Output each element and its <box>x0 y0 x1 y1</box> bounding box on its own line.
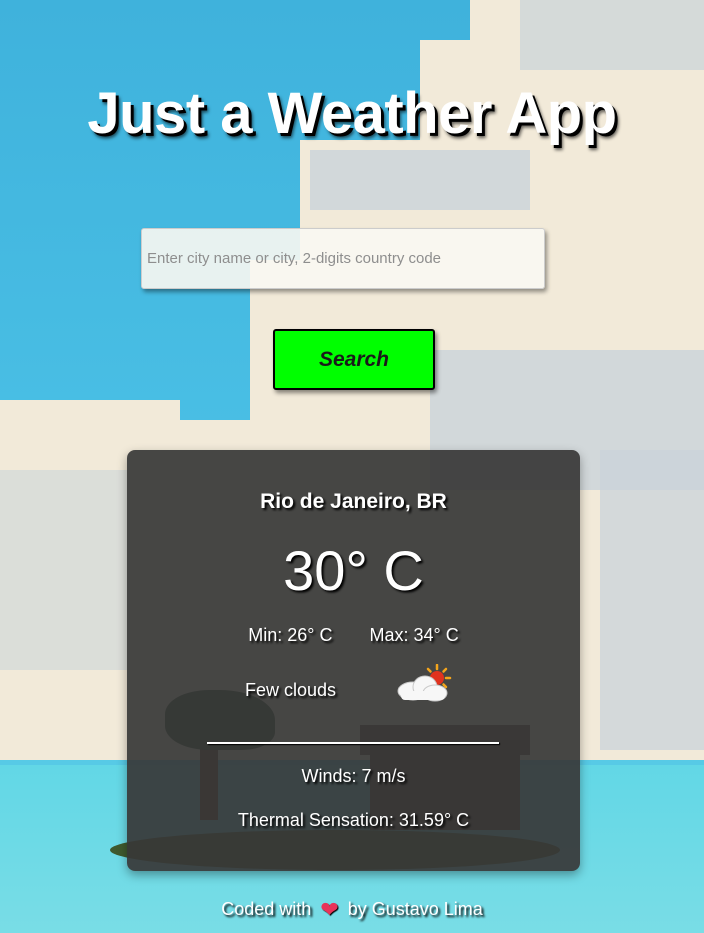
current-temperature: 30° C <box>283 539 424 602</box>
location-label: Rio de Janeiro, BR <box>260 490 447 513</box>
max-temperature: Max: 34° C <box>369 625 459 645</box>
min-temperature: Min: 26° C <box>248 625 333 645</box>
footer-credit: Coded with ❤ by Gustavo Lima <box>0 897 704 923</box>
city-search-input[interactable] <box>141 228 545 289</box>
app-title: Just a Weather App <box>87 81 617 146</box>
wind-speed: Winds: 7 m/s <box>301 766 406 786</box>
weather-card: Rio de Janeiro, BR 30° C Min: 26° C Max:… <box>127 450 580 871</box>
footer-prefix: Coded with <box>221 899 312 919</box>
search-button[interactable]: Search <box>273 329 435 390</box>
divider <box>207 742 499 744</box>
footer-author: by Gustavo Lima <box>347 899 483 919</box>
weather-description: Few clouds <box>245 680 337 700</box>
min-max-row: Min: 26° C Max: 34° C <box>127 625 580 646</box>
few-clouds-icon <box>397 664 452 702</box>
thermal-sensation: Thermal Sensation: 31.59° C <box>237 810 470 830</box>
heart-icon: ❤ <box>320 897 339 922</box>
